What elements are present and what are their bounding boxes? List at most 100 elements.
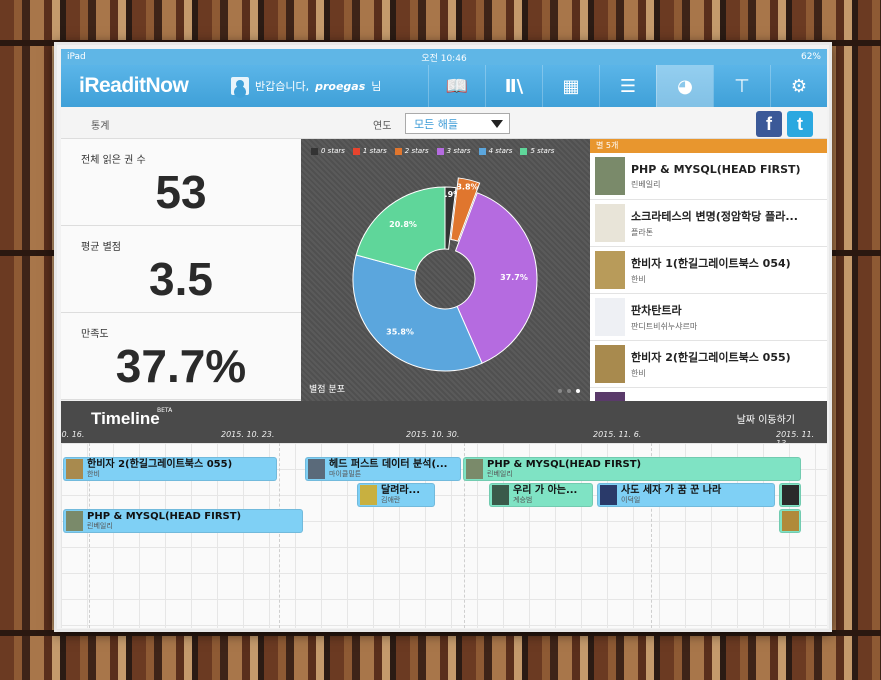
pie-slice-label: 35.8% [386, 327, 414, 336]
book-cover [595, 392, 625, 401]
book-list-item[interactable]: 소크라테스의 변명(정암학당 플라... 플라톤 [590, 200, 827, 247]
book-thumbnail [308, 459, 325, 479]
book-cover [595, 345, 625, 383]
nav-bookshelf[interactable]: Ⅱ\ [485, 65, 542, 107]
twitter-share-button[interactable]: t [787, 111, 813, 137]
book-title: 판차탄트라 [631, 304, 682, 317]
calculator-icon: ▦ [562, 75, 580, 97]
user-avatar-icon [231, 77, 249, 95]
axis-date-label: 2015. 11. 6. [593, 430, 642, 439]
book-list-item[interactable]: 군주론(제3판 개역본)(3판) [590, 388, 827, 401]
book-thumbnail [466, 459, 483, 479]
book-author: 한비 [631, 275, 646, 284]
timeline-event[interactable]: 한비자 2(한길그레이트북스 055) 한비 [63, 457, 277, 481]
book-thumbnail [66, 511, 83, 531]
twitter-icon: t [797, 113, 803, 134]
timeline-axis: 2015. 10. 16. 2015. 10. 23. 2015. 10. 30. 2… [61, 427, 827, 448]
app-header: iReaditNow 반갑습니다, proegas 님 📖 Ⅱ\ ▦ ☰ ◕ ⊤… [61, 65, 827, 107]
beta-badge: BETA [157, 407, 173, 414]
page-dots[interactable] [558, 389, 580, 393]
bookshelf-icon: Ⅱ\ [504, 75, 524, 97]
nav-calculator[interactable]: ▦ [542, 65, 599, 107]
nav-settings[interactable]: ⚙ [770, 65, 827, 107]
book-title: 한비자 1(한길그레이트북스 054) [631, 257, 791, 270]
pie-slice-label: 20.8% [389, 220, 417, 229]
book-title: PHP & MYSQL(HEAD FIRST) [631, 162, 801, 176]
event-author: 마이클밀튼 [329, 470, 362, 478]
status-bar: iPad 오전 10:46 62% [61, 49, 827, 65]
timeline-event[interactable]: PHP & MYSQL(HEAD FIRST) 린베일리 [63, 509, 303, 533]
notes-icon: ☰ [619, 75, 637, 97]
book-thumbnail [600, 485, 617, 505]
stat-total-books: 전체 읽은 권 수 53 [61, 139, 301, 226]
facebook-share-button[interactable]: f [756, 111, 782, 137]
timeline-event[interactable]: 달려라... 김애란 [357, 483, 435, 507]
facebook-icon: f [766, 113, 772, 134]
caret-down-icon [491, 120, 503, 128]
greeting-suffix: 님 [371, 80, 382, 93]
event-author: 이덕일 [621, 496, 641, 504]
timeline-event[interactable]: 헤드 퍼스트 데이터 분석(... 마이클밀튼 [305, 457, 461, 481]
axis-grid-line [279, 443, 280, 628]
event-title: 달려라... [381, 485, 420, 496]
stat-value: 53 [155, 166, 207, 218]
event-title: 사도 세자 가 꿈 꾼 나라 [621, 485, 722, 496]
event-title: PHP & MYSQL(HEAD FIRST) [87, 511, 242, 522]
ipad-screen: iPad 오전 10:46 62% iReaditNow 반갑습니다, proe… [61, 49, 827, 628]
app-logo: iReaditNow [79, 74, 189, 97]
event-title: 헤드 퍼스트 데이터 분석(... [329, 459, 448, 470]
book-cover [595, 204, 625, 242]
axis-date-label: 2015. 10. 30. [406, 430, 460, 439]
section-title: 통계 [91, 121, 110, 132]
jump-to-date-button[interactable]: 날짜 이동하기 [737, 411, 795, 426]
user-name: proegas [315, 79, 366, 93]
event-title: 우리 가 아는... [513, 485, 578, 496]
timeline-title: Timeline [91, 409, 160, 428]
top-rated-book-list[interactable]: 별 5개 PHP & MYSQL(HEAD FIRST) 린베일리 소크라테스의 변… [590, 139, 827, 401]
book-list-item[interactable]: 판차탄트라 판디트비쉬누샤르마 [590, 294, 827, 341]
event-author: 한비 [87, 470, 100, 478]
timeline-event[interactable]: 사도 세자 가 꿈 꾼 나라 이덕일 [597, 483, 775, 507]
signpost-icon: ⊤ [734, 75, 750, 97]
book-list-item[interactable]: 한비자 1(한길그레이트북스 054) 한비 [590, 247, 827, 294]
event-author: 김애란 [381, 496, 401, 504]
stat-label: 전체 읽은 권 수 [81, 155, 146, 166]
event-author: 린베일리 [487, 470, 513, 478]
pie-slice-label: 37.7% [500, 273, 528, 282]
rating-distribution-chart[interactable]: 0 stars 1 stars 2 stars 3 stars 4 stars 5 sta… [301, 139, 590, 401]
book-title: 소크라테스의 변명(정암학당 플라... [631, 210, 798, 223]
chart-title: 별점 분포 [309, 385, 345, 395]
nav-signpost[interactable]: ⊤ [713, 65, 770, 107]
device-label: iPad [67, 52, 86, 62]
nav-books[interactable]: 📖 [428, 65, 485, 107]
user-greeting[interactable]: 반갑습니다, proegas 님 [231, 77, 419, 95]
timeline-event[interactable]: PHP & MYSQL(HEAD FIRST) 린베일리 [463, 457, 801, 481]
page-dot-active[interactable] [576, 389, 580, 393]
year-select-value: 모든 해들 [414, 117, 458, 131]
book-list-item[interactable]: PHP & MYSQL(HEAD FIRST) 린베일리 [590, 153, 827, 200]
greeting-prefix: 반갑습니다, [255, 80, 310, 93]
page-dot[interactable] [558, 389, 562, 393]
book-cover [595, 157, 625, 195]
book-thumbnail [782, 511, 799, 531]
book-cover [595, 298, 625, 336]
page-dot[interactable] [567, 389, 571, 393]
year-label: 연도 [373, 121, 392, 132]
nav-notes[interactable]: ☰ [599, 65, 656, 107]
stat-value: 3.5 [149, 253, 213, 305]
pie-chart-icon: ◕ [677, 75, 693, 97]
stat-satisfaction: 만족도 37.7% [61, 313, 301, 400]
book-title: 한비자 2(한길그레이트북스 055) [631, 351, 791, 364]
stat-average-rating: 평균 별점 3.5 [61, 226, 301, 313]
book-list-item[interactable]: 한비자 2(한길그레이트북스 055) 한비 [590, 341, 827, 388]
book-thumbnail [66, 459, 83, 479]
timeline-event[interactable]: 우리 가 아는... 계승범 [489, 483, 593, 507]
timeline-event[interactable] [779, 509, 801, 533]
year-select[interactable]: 모든 해들 [405, 113, 510, 134]
nav-statistics[interactable]: ◕ [656, 65, 713, 107]
book-author: 플라톤 [631, 228, 654, 237]
timeline-event[interactable] [779, 483, 801, 507]
screenshot-photo-frame: iPad 오전 10:46 62% iReaditNow 반갑습니다, proe… [54, 42, 832, 632]
pie-slice-label: 3.8% [456, 183, 478, 192]
stats-panel: 전체 읽은 권 수 53 평균 별점 3.5 만족도 37.7% [61, 139, 301, 401]
